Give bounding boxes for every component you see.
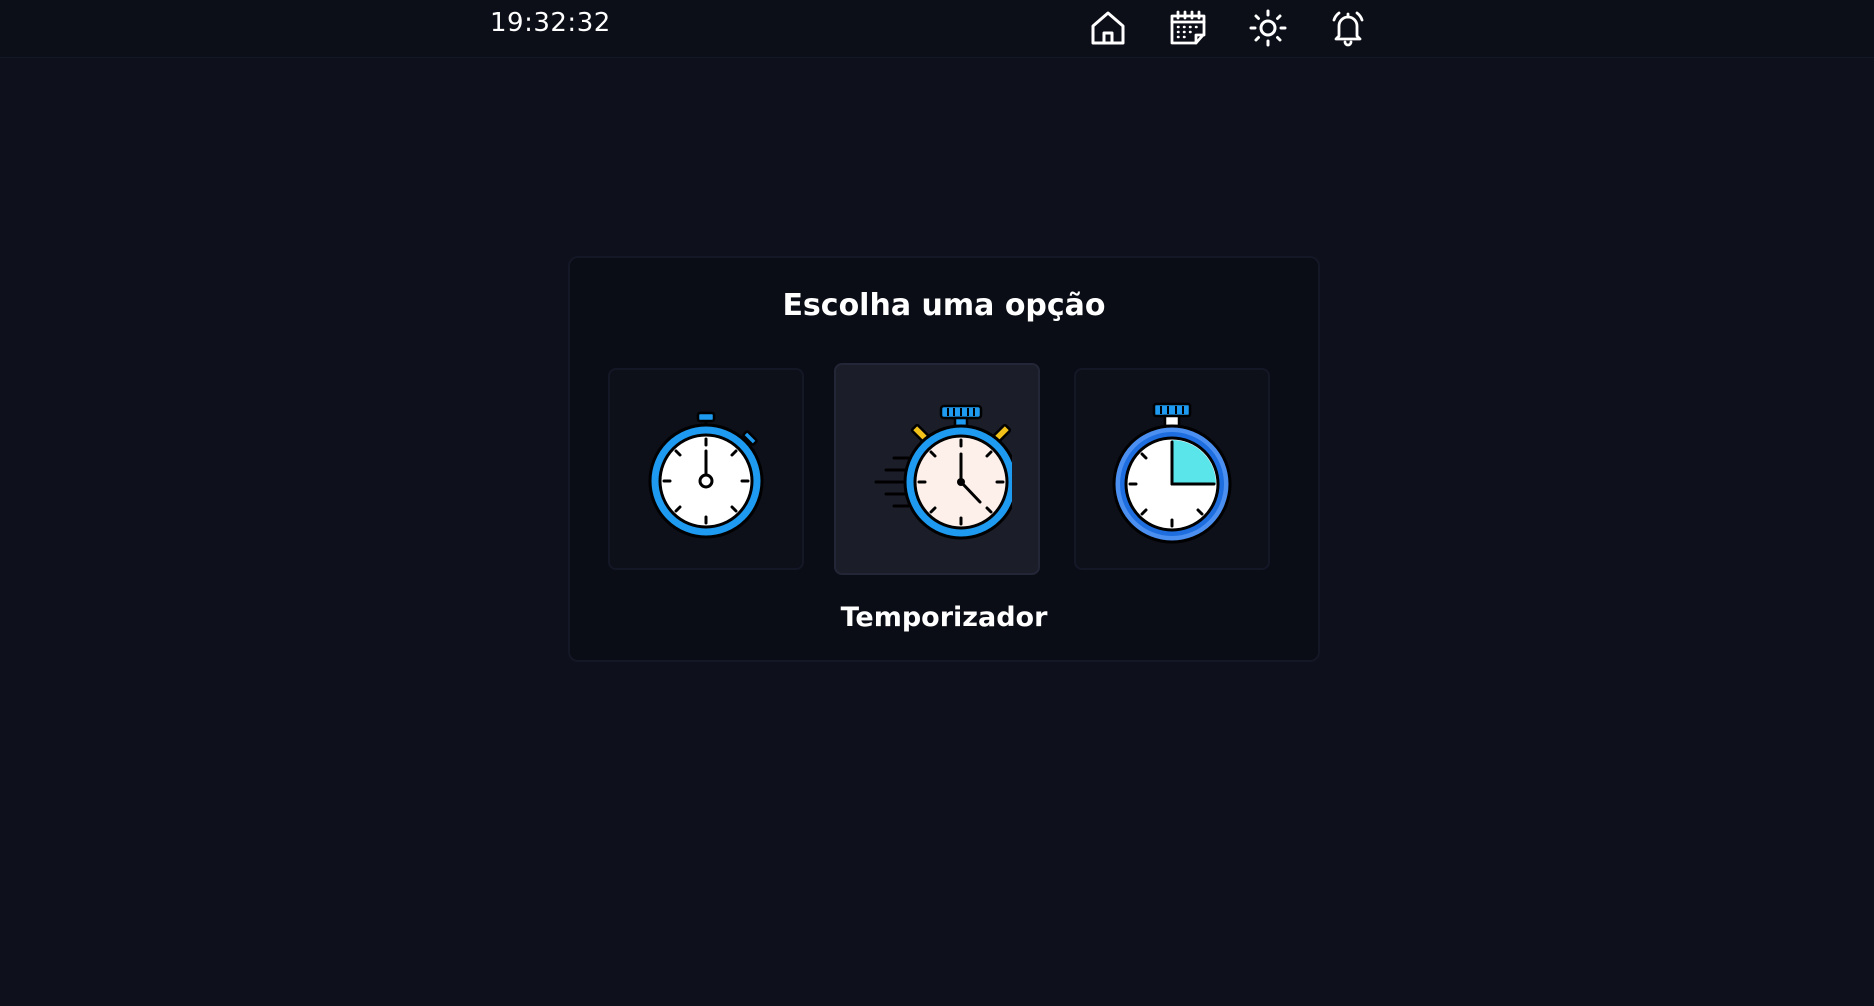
home-icon [1091, 11, 1125, 45]
stopwatch-icon [648, 411, 764, 539]
home-button[interactable] [1086, 6, 1130, 50]
options-panel: Escolha uma opção Temporizador [568, 256, 1320, 662]
alarm-button[interactable] [1326, 6, 1370, 50]
option-stopwatch[interactable] [608, 368, 804, 570]
clock-time: 19:32:32 [490, 8, 611, 38]
option-temporizador[interactable] [834, 363, 1040, 575]
timer-clock-icon [1112, 402, 1232, 544]
alarm-bell-icon [1332, 11, 1364, 47]
selected-option-label: Temporizador [840, 602, 1048, 633]
brightness-button[interactable] [1246, 6, 1290, 50]
option-timer[interactable] [1074, 368, 1270, 570]
panel-title: Escolha uma opção [782, 288, 1106, 323]
fast-stopwatch-icon [874, 404, 1012, 540]
calendar-button[interactable] [1166, 6, 1210, 50]
brightness-icon [1249, 9, 1287, 47]
top-bar: 19:32:32 [0, 0, 1874, 58]
calendar-icon [1170, 10, 1206, 45]
